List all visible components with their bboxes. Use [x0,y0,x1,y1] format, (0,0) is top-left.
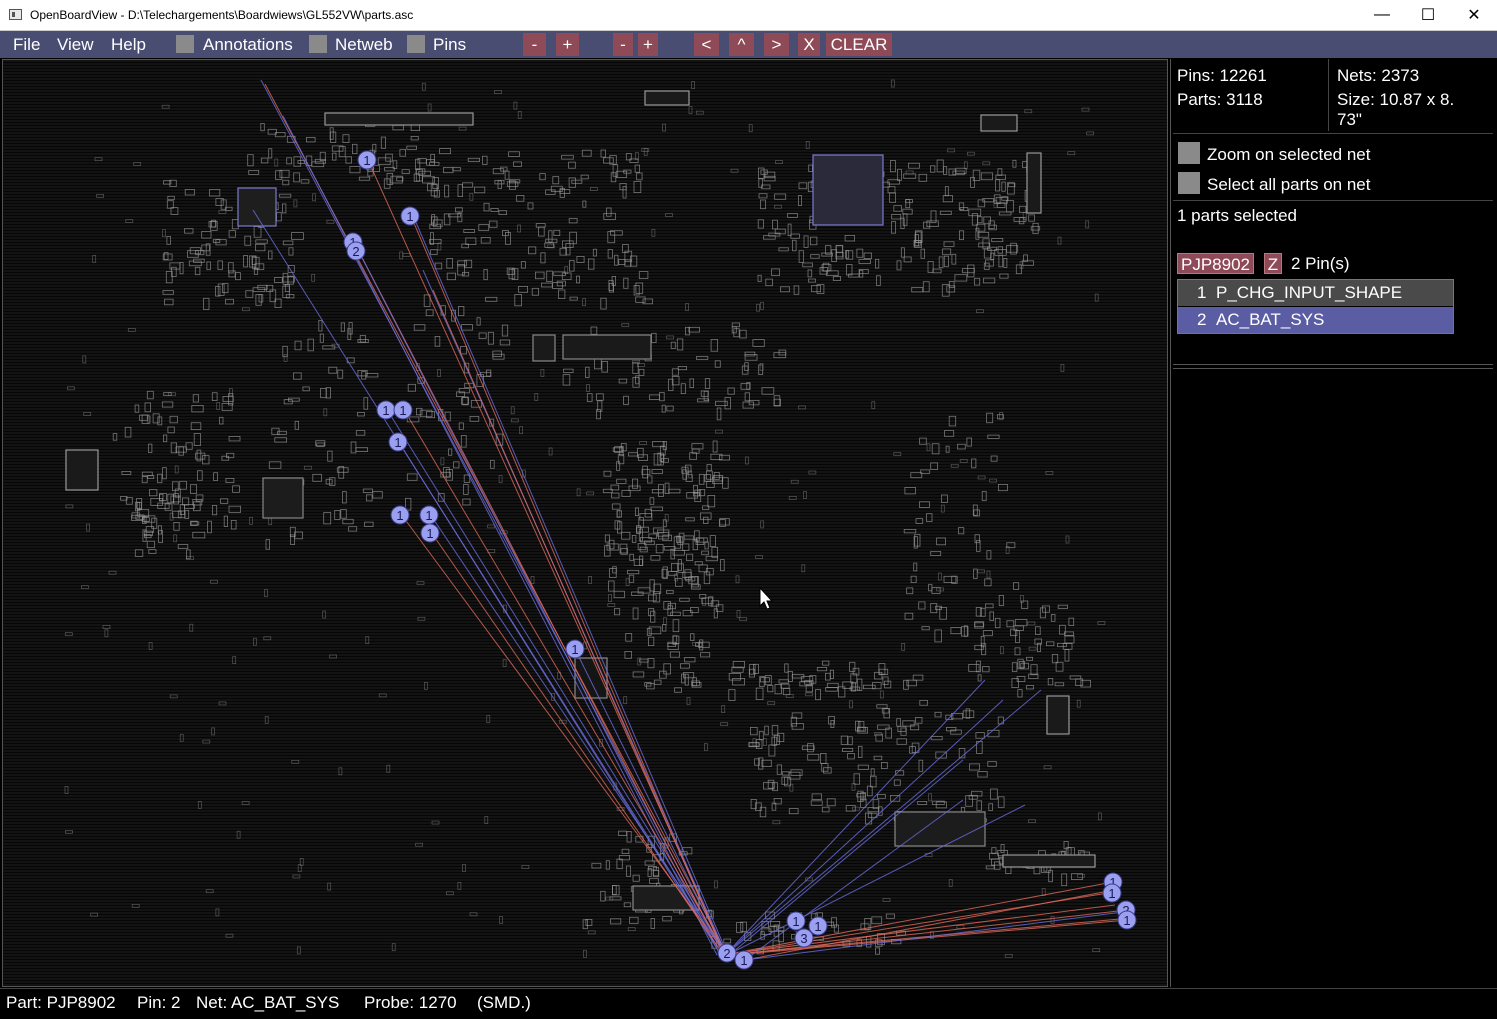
pin-marker[interactable]: 1 [808,916,828,936]
zoom-in-button[interactable]: + [556,33,579,56]
pin-marker-label: 1 [792,914,799,929]
close-icon: ✕ [1467,7,1481,24]
board-canvas[interactable]: 11121111111211131121 [2,59,1168,987]
pin-marker[interactable]: 1 [565,639,585,659]
status-part: Part: PJP8902 [6,993,116,1012]
part-name-button[interactable]: PJP8902 [1177,253,1254,274]
pin-marker-label: 1 [1108,886,1115,901]
pin-marker-label: 2 [723,946,730,961]
info-panel: Pins: 12261 Parts: 3118 Nets: 2373 Size:… [1170,59,1497,987]
pin-marker-label: 3 [800,931,807,946]
pin-marker-label: 1 [394,435,401,450]
divider [1173,200,1493,201]
pin-marker[interactable]: 1 [376,400,396,420]
rotate-minus-button[interactable]: - [613,33,633,56]
pin-marker[interactable]: 2 [717,943,737,963]
divider [1173,368,1493,369]
pin-marker[interactable]: 1 [420,523,440,543]
pin-marker[interactable]: 1 [419,505,439,525]
pin-marker-label: 1 [399,403,406,418]
app-icon [9,9,22,20]
close-button[interactable]: ✕ [1451,0,1497,30]
pin-marker[interactable]: 3 [794,928,814,948]
parts-layer [64,79,1106,958]
pins-label[interactable]: Pins [433,35,466,55]
status-pin: Pin: 2 [137,993,181,1012]
status-net: Net: AC_BAT_SYS [196,993,340,1012]
pin-number: 1 [1197,283,1207,302]
clear-button[interactable]: CLEAR [826,33,892,56]
pin-marker[interactable]: 1 [1117,910,1137,930]
menu-bar: File View Help Annotations Netweb Pins -… [0,31,1497,58]
pin-row[interactable]: 1 P_CHG_INPUT_SHAPE [1178,280,1453,306]
select-all-checkbox[interactable] [1178,172,1200,194]
pin-marker[interactable]: 2 [346,241,366,261]
pin-net: P_CHG_INPUT_SHAPE [1216,283,1403,302]
minimize-icon: — [1374,6,1390,23]
zoom-part-button[interactable]: Z [1264,253,1282,274]
pin-marker[interactable]: 1 [400,206,420,226]
annotations-label[interactable]: Annotations [203,35,293,55]
zoom-net-checkbox[interactable] [1178,142,1200,164]
pin-marker[interactable]: 1 [393,400,413,420]
pin-marker-label: 1 [382,403,389,418]
pin-marker-label: 1 [396,508,403,523]
pin-marker-label: 1 [426,526,433,541]
pin-marker-label: 1 [571,642,578,657]
maximize-icon: ☐ [1420,7,1436,24]
prev-button[interactable]: < [694,33,719,56]
menu-help[interactable]: Help [111,35,146,55]
board-drawing: 11121111111211131121 [64,79,1137,970]
pin-marker-label: 1 [425,508,432,523]
menu-file[interactable]: File [13,35,40,55]
zoom-net-label[interactable]: Zoom on selected net [1207,145,1370,165]
annotations-checkbox[interactable] [176,35,194,53]
pin-marker-label: 2 [352,244,359,259]
pin-row-selected[interactable]: 2 AC_BAT_SYS [1178,307,1453,333]
status-probe: Probe: 1270 [364,993,457,1012]
pin-marker-label: 1 [406,209,413,224]
pins-count: Pins: 12261 [1177,66,1267,85]
board-size-cont: 73" [1337,110,1362,129]
title-bar: OpenBoardView - D:\Telechargements\Board… [0,0,1497,31]
pin-marker[interactable]: 1 [390,505,410,525]
minimize-button[interactable]: — [1359,0,1405,30]
pin-count: 2 Pin(s) [1291,254,1350,273]
mouse-cursor-icon [759,586,774,610]
selection-summary: 1 parts selected [1177,206,1298,225]
status-type: (SMD.) [477,993,531,1012]
netweb-label[interactable]: Netweb [335,35,393,55]
next-button[interactable]: > [764,33,789,56]
divider [1173,364,1493,365]
pin-marker[interactable]: 1 [1102,883,1122,903]
menu-view[interactable]: View [57,35,94,55]
x-button[interactable]: X [798,33,820,56]
pin-marker-label: 1 [363,153,370,168]
zoom-out-button[interactable]: - [523,33,546,56]
divider [1173,133,1493,134]
board-size: Size: 10.87 x 8. [1337,90,1455,109]
pin-marker[interactable]: 1 [357,150,377,170]
pin-marker-label: 1 [740,953,747,968]
up-button[interactable]: ^ [729,33,754,56]
select-all-label[interactable]: Select all parts on net [1207,175,1370,195]
window-title: OpenBoardView - D:\Telechargements\Board… [30,8,414,22]
pin-list: 1 P_CHG_INPUT_SHAPE 2 AC_BAT_SYS [1177,279,1454,334]
pin-marker[interactable]: 1 [786,911,806,931]
rotate-plus-button[interactable]: + [638,33,658,56]
parts-count: Parts: 3118 [1177,90,1263,109]
pin-number: 2 [1197,310,1207,329]
maximize-button[interactable]: ☐ [1405,0,1451,30]
pin-marker-label: 1 [1123,913,1130,928]
pin-marker[interactable]: 1 [388,432,408,452]
pins-checkbox[interactable] [407,35,425,53]
pin-marker-label: 1 [814,919,821,934]
pin-net: AC_BAT_SYS [1216,310,1325,329]
nets-count: Nets: 2373 [1337,66,1420,85]
stats-divider [1328,59,1329,131]
status-bar: Part: PJP8902 Pin: 2 Net: AC_BAT_SYS Pro… [0,988,1497,1019]
netweb-checkbox[interactable] [309,35,327,53]
pin-marker[interactable]: 1 [734,950,754,970]
